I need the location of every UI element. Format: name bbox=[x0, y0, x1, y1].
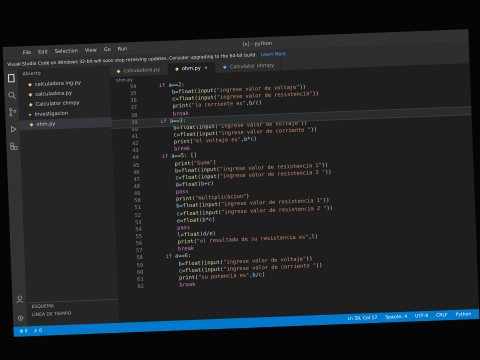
encoding[interactable]: UTF-8 bbox=[415, 313, 428, 319]
tab-calculadora[interactable]: ◆ calculadora.py bbox=[109, 63, 169, 77]
tab-ohm[interactable]: ◆ ohm.py × bbox=[167, 61, 217, 75]
python-file-icon: ◆ bbox=[116, 68, 121, 75]
close-icon[interactable]: × bbox=[204, 65, 208, 71]
window-title: [x] - python bbox=[242, 40, 273, 48]
code-editor[interactable]: 34 if a==2: 35 b=float(input("ingrese val… bbox=[110, 71, 479, 323]
language-mode[interactable]: Python bbox=[456, 312, 472, 318]
menu-selection[interactable]: Selection bbox=[55, 48, 78, 55]
file-item-active[interactable]: ◆ ohm.py bbox=[19, 116, 112, 131]
menu-go[interactable]: Go bbox=[104, 46, 111, 52]
settings-gear-icon[interactable] bbox=[15, 313, 24, 322]
explorer-icon[interactable] bbox=[6, 74, 15, 83]
learn-more-link[interactable]: Learn More bbox=[261, 52, 286, 58]
explorer-sidebar: Abierto ◆ calculadora ing.py ◆ calculadora… bbox=[17, 65, 120, 327]
python-file-icon: ◆ bbox=[174, 65, 180, 72]
search-icon[interactable] bbox=[7, 91, 16, 100]
indentation[interactable]: Spaces: 4 bbox=[385, 314, 407, 320]
python-file-icon: ◆ bbox=[29, 121, 34, 129]
menu-file[interactable]: File bbox=[23, 49, 32, 55]
errors-indicator[interactable]: ⊗ 0 bbox=[19, 329, 27, 334]
cursor-position[interactable]: Ln 39, Col 17 bbox=[348, 315, 378, 321]
python-file-icon: ◆ bbox=[28, 101, 33, 109]
menu-edit[interactable]: Edit bbox=[38, 49, 48, 55]
source-control-icon[interactable] bbox=[7, 108, 16, 117]
python-file-icon: ◆ bbox=[27, 81, 33, 89]
account-icon[interactable] bbox=[15, 294, 24, 304]
menu-run[interactable]: Run bbox=[118, 46, 128, 52]
run-debug-icon[interactable] bbox=[8, 125, 17, 134]
warnings-indicator[interactable]: ⚠ 0 bbox=[34, 328, 43, 333]
python-file-icon: ◆ bbox=[28, 91, 33, 99]
line-number: 62 bbox=[137, 283, 145, 290]
code-text: break bbox=[179, 281, 196, 289]
line-endings[interactable]: CRLF bbox=[436, 313, 448, 318]
editor-area: ◆ calculadora.py ◆ ohm.py × ◆ Calculator ohm… bbox=[109, 52, 480, 323]
folder-icon: ▸ bbox=[29, 111, 32, 119]
preview-icon: ◆ bbox=[222, 63, 227, 71]
menu-bar: File Edit Selection View Go Run bbox=[3, 46, 128, 57]
vscode-window: File Edit Selection View Go Run [x] - py… bbox=[2, 29, 480, 337]
menu-view[interactable]: View bbox=[85, 47, 97, 53]
extensions-icon[interactable] bbox=[9, 142, 18, 151]
